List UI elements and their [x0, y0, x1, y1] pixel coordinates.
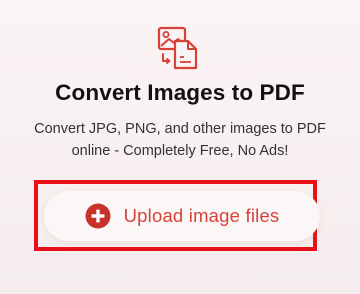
plus-circle-icon [85, 203, 111, 229]
upload-button-label: Upload image files [123, 205, 280, 226]
page-subtitle: Convert JPG, PNG, and other images to PD… [8, 118, 352, 162]
images-to-pdf-icon [155, 24, 205, 74]
upload-image-files-button[interactable]: Upload image files [44, 191, 320, 241]
hero-section: Convert Images to PDF Convert JPG, PNG, … [0, 0, 360, 294]
page-title: Convert Images to PDF [55, 80, 305, 105]
subtitle-line-2: online - Completely Free, No Ads! [71, 143, 289, 159]
subtitle-line-1: Convert JPG, PNG, and other images to PD… [34, 121, 326, 137]
